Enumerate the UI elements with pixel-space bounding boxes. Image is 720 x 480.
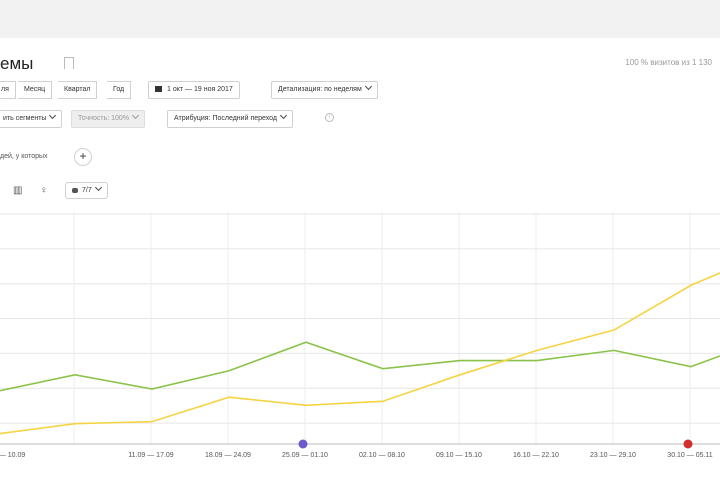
segments-dropdown[interactable]: ить сегменты [0,110,63,128]
event-marker-icon [683,439,693,449]
chevron-down-icon [49,111,57,120]
chevron-down-icon [279,111,288,120]
chevron-down-icon [131,111,140,120]
chevron-down-icon [364,82,372,91]
calendar-icon [155,86,162,93]
series-line-1 [0,341,720,392]
accuracy-label: Точность: 100% [78,115,130,122]
period-tab-week[interactable]: ля [0,81,16,99]
table-view-icon[interactable]: ▥ [13,185,22,196]
x-tick-label: 11.09 — 17.09 [128,452,174,459]
event-marker-icon [298,439,308,449]
chat-icon [72,187,78,193]
visits-summary: 100 % визитов из 1 130 [625,58,712,67]
x-tick-label: 23.10 — 29.10 [590,452,636,459]
accuracy-dropdown[interactable]: Точность: 100% [71,110,146,128]
condition-label: дей, у которых [0,153,48,160]
series-line-2 [0,272,720,435]
add-condition-button[interactable]: + [74,148,92,166]
x-tick-label: 09.10 — 15.10 [436,452,482,459]
page-title: емы [0,54,34,73]
x-tick-label: 02.10 — 08.10 [359,452,405,459]
date-range-button[interactable]: 1 окт — 19 ноя 2017 [148,81,240,99]
compare-count: 7/7 [82,187,92,194]
chart-series [0,272,720,435]
top-bar [0,0,720,38]
bookmark-icon[interactable] [64,57,74,69]
attribution-label: Атрибуция: Последний переход [174,115,278,122]
date-range-label: 1 окт — 19 ноя 2017 [167,86,233,93]
line-chart: — 10.09 11.09 — 17.09 18.09 — 24.09 25.09 —… [0,212,720,459]
period-tab-year[interactable]: Год [107,81,132,99]
period-tab-month[interactable]: Месяц [18,81,53,99]
chart-grid [0,212,720,445]
chart-x-axis: — 10.09 11.09 — 17.09 18.09 — 24.09 25.09 —… [0,452,713,459]
segments-label: ить сегменты [3,115,47,122]
x-tick-label: — 10.09 [0,452,25,459]
map-pin-icon[interactable]: ♀ [40,185,48,196]
detail-dropdown[interactable]: Детализация: по неделям [271,81,378,99]
x-tick-label: 18.09 — 24.09 [205,452,251,459]
detail-label: Детализация: по неделям [278,86,362,93]
x-tick-label: 25.09 — 01.10 [282,452,328,459]
x-tick-label: 16.10 — 22.10 [513,452,559,459]
info-icon[interactable]: i [325,113,334,122]
chevron-down-icon [94,183,102,192]
attribution-dropdown[interactable]: Атрибуция: Последний переход [167,110,294,128]
x-tick-label: 30.10 — 05.11 [667,452,713,459]
compare-dropdown[interactable]: 7/7 [65,182,108,199]
period-tab-quarter[interactable]: Квартал [58,81,98,99]
